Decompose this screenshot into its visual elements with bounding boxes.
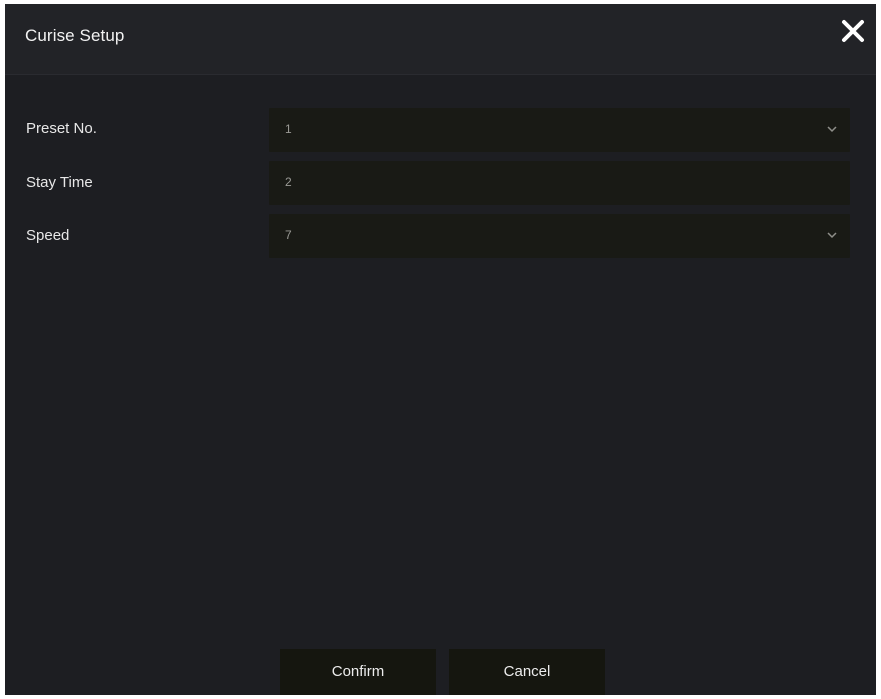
preset-no-select[interactable]: 1 [269,108,850,152]
confirm-button[interactable]: Confirm [280,649,436,695]
stay-time-value: 2 [285,175,292,189]
close-button[interactable] [840,18,866,44]
dialog-title: Curise Setup [25,26,125,45]
speed-select[interactable]: 7 [269,214,850,258]
preset-no-label: Preset No. [26,120,97,137]
cancel-button[interactable]: Cancel [449,649,605,695]
stay-time-label: Stay Time [26,174,93,191]
speed-label: Speed [26,227,70,244]
dialog-title-bar: Curise Setup [5,4,876,75]
chevron-down-icon [826,123,838,135]
stay-time-field[interactable]: 2 [269,161,850,205]
chevron-down-icon [826,229,838,241]
cruise-setup-dialog: Curise Setup Preset No. 1 Stay Time 2 Sp… [5,4,876,695]
preset-no-value: 1 [285,122,292,136]
close-icon [842,20,864,42]
speed-value: 7 [285,228,292,242]
